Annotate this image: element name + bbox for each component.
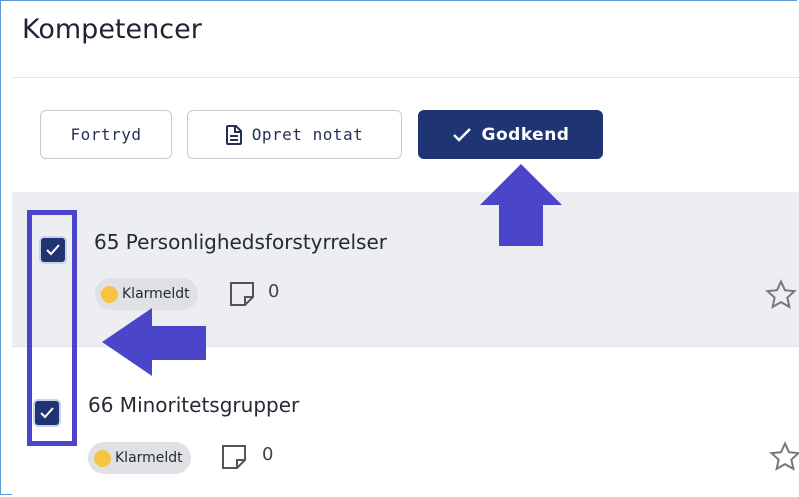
star-icon[interactable] (764, 278, 798, 312)
cancel-button[interactable]: Fortryd (40, 110, 172, 159)
star-icon[interactable] (768, 440, 799, 474)
status-badge: Klarmeldt (88, 442, 191, 474)
document-icon (225, 124, 242, 145)
note-count: 0 (268, 281, 280, 302)
annotation-arrow-up (480, 164, 562, 246)
cancel-button-label: Fortryd (70, 125, 142, 144)
check-icon (452, 127, 471, 142)
item-title: 66 Minoritetsgrupper (88, 393, 300, 417)
note-icon[interactable] (228, 280, 256, 308)
create-note-button[interactable]: Opret notat (187, 110, 402, 159)
page-title: Kompetencer (22, 14, 202, 45)
status-dot (101, 285, 118, 303)
note-count: 0 (262, 444, 274, 465)
status-label: Klarmeldt (122, 286, 190, 302)
status-dot (94, 449, 111, 467)
approve-button-label: Godkend (481, 124, 570, 145)
annotation-arrow-left (102, 308, 206, 376)
create-note-button-label: Opret notat (251, 125, 364, 144)
status-label: Klarmeldt (115, 450, 183, 466)
item-title: 65 Personlighedsforstyrrelser (94, 230, 387, 254)
approve-button[interactable]: Godkend (418, 110, 603, 159)
annotation-highlight-box (27, 210, 77, 446)
note-icon[interactable] (220, 443, 248, 471)
